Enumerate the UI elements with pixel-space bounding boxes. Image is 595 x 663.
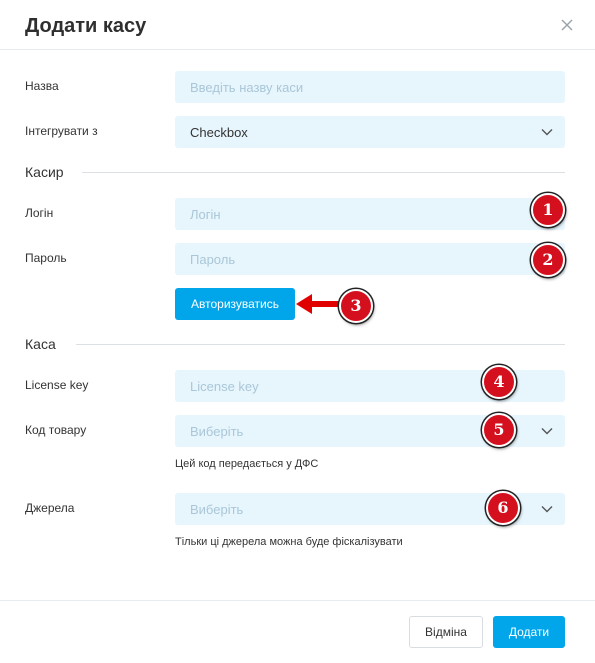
name-placeholder: Введіть назву каси [190, 80, 304, 95]
password-placeholder: Пароль [190, 252, 236, 267]
dialog-header: Додати касу [0, 0, 595, 50]
register-section-title: Каса [25, 336, 56, 352]
integrate-value: Checkbox [190, 125, 248, 140]
license-label: License key [25, 378, 89, 392]
name-input[interactable]: Введіть назву каси [175, 71, 565, 103]
annotation-badge-4: 4 [482, 365, 516, 399]
product-code-label: Код товару [25, 423, 87, 437]
annotation-badge-5: 5 [482, 413, 516, 447]
product-code-placeholder: Виберіть [190, 424, 244, 439]
cashier-divider [82, 172, 565, 173]
sources-label: Джерела [25, 501, 75, 515]
chevron-down-icon [541, 129, 553, 136]
close-icon[interactable] [558, 16, 576, 34]
password-label: Пароль [25, 251, 67, 265]
dialog-title: Додати касу [25, 15, 147, 37]
product-code-hint: Цей код передається у ДФС [175, 458, 319, 470]
register-divider [76, 344, 565, 345]
cashier-section-title: Касир [25, 164, 64, 180]
chevron-down-icon [541, 506, 553, 513]
license-placeholder: License key [190, 379, 259, 394]
login-label: Логін [25, 206, 54, 220]
integrate-label: Інтегрувати з [25, 124, 98, 138]
chevron-down-icon [541, 428, 553, 435]
add-button[interactable]: Додати [493, 616, 565, 648]
authorize-button[interactable]: Авторизуватись [175, 288, 295, 320]
login-input[interactable]: Логін [175, 198, 565, 230]
annotation-badge-3: 3 [339, 289, 373, 323]
add-register-dialog: Додати касу Назва Введіть назву каси Інт… [0, 0, 595, 663]
annotation-badge-1: 1 [531, 193, 565, 227]
sources-hint: Тільки ці джерела можна буде фіскалізува… [175, 536, 403, 548]
name-label: Назва [25, 79, 59, 93]
annotation-badge-2: 2 [531, 243, 565, 277]
login-placeholder: Логін [190, 207, 221, 222]
sources-placeholder: Виберіть [190, 502, 244, 517]
password-input[interactable]: Пароль [175, 243, 565, 275]
annotation-badge-6: 6 [486, 491, 520, 525]
cancel-button[interactable]: Відміна [409, 616, 483, 648]
integrate-select[interactable]: Checkbox [175, 116, 565, 148]
